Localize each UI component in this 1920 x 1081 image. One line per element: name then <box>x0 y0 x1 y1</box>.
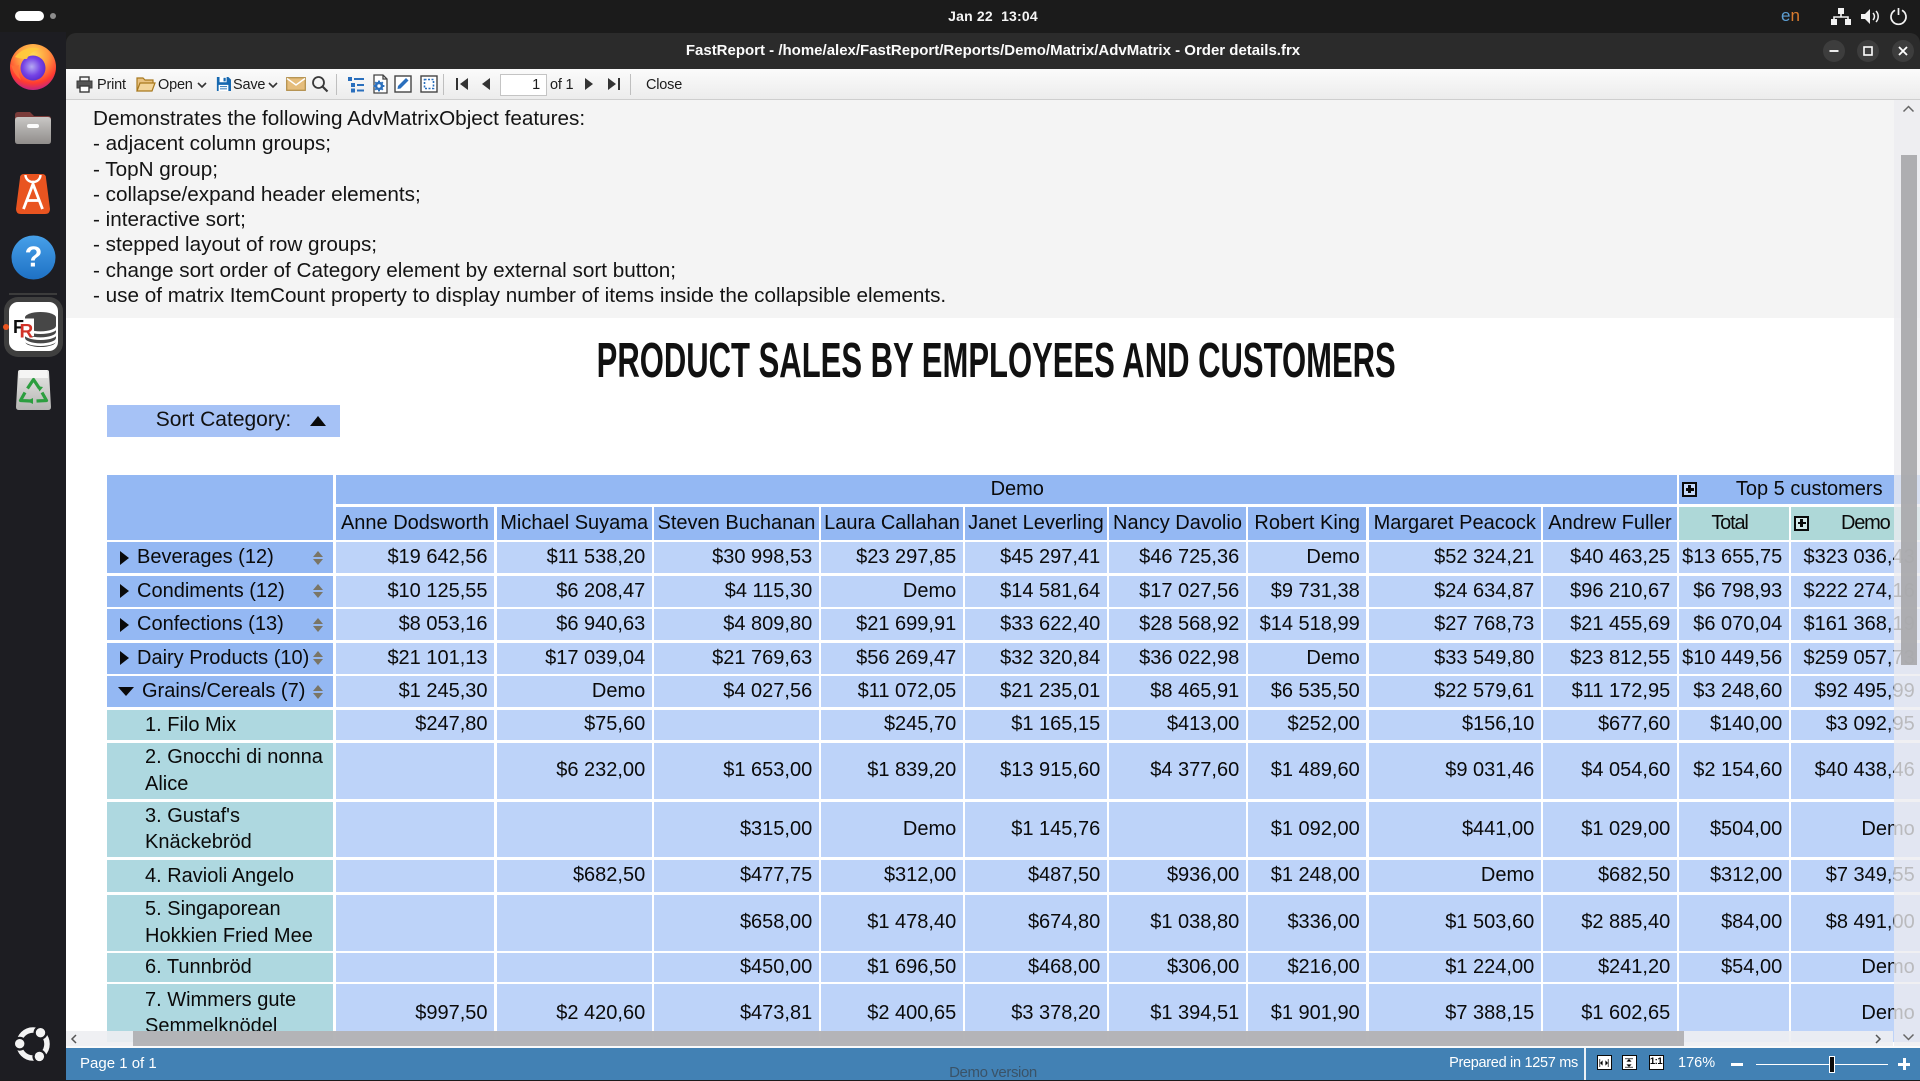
svg-text:?: ? <box>25 242 43 274</box>
svg-text:R: R <box>20 322 34 343</box>
